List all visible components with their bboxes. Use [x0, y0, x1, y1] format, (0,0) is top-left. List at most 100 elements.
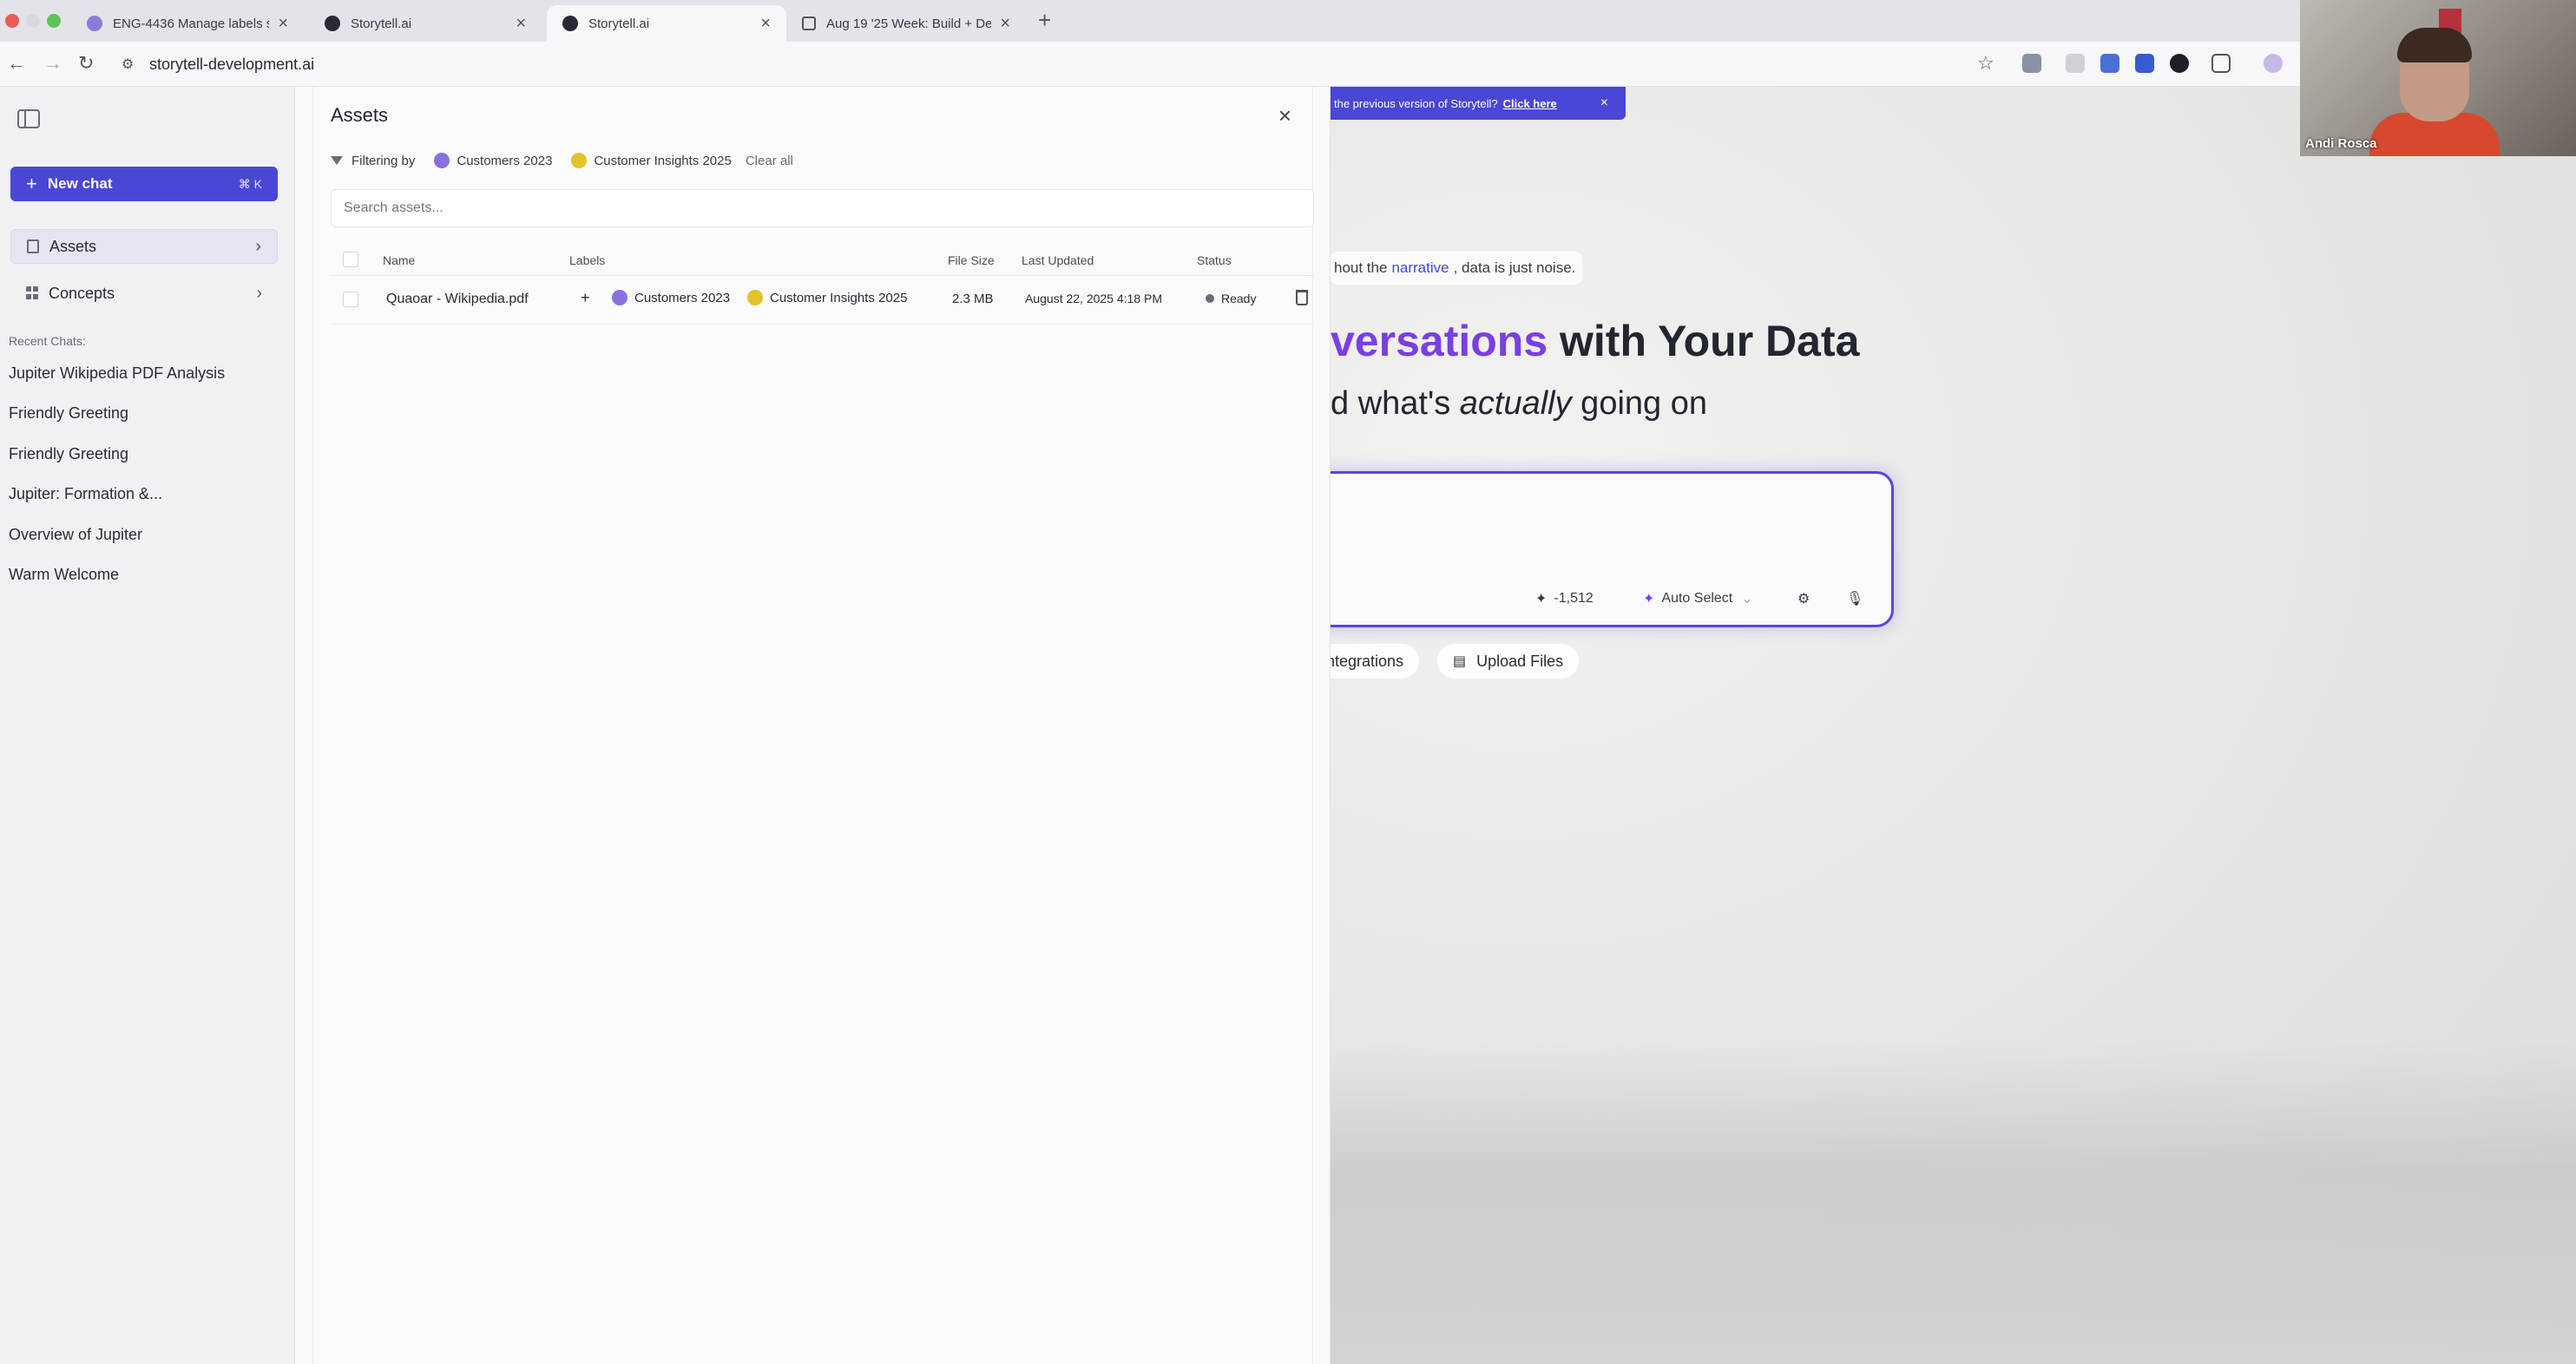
sparkle-icon: ✦	[1535, 592, 1548, 607]
extension-icon[interactable]	[2100, 54, 2119, 73]
webcam-overlay: Andi Rosca	[2300, 0, 2576, 156]
filter-bar: Filtering by Customers 2023 Customer Ins…	[331, 153, 793, 168]
label-color-icon	[612, 290, 628, 305]
asset-name[interactable]: Quaoar - Wikipedia.pdf	[386, 292, 529, 307]
filter-chip-customers-2023[interactable]: Customers 2023	[434, 153, 552, 168]
chevron-right-icon: ›	[256, 283, 262, 303]
recent-chat-item[interactable]: Friendly Greeting	[9, 445, 128, 463]
document-icon	[27, 239, 39, 253]
grid-icon	[26, 286, 38, 300]
recent-chat-item[interactable]: Jupiter Wikipedia PDF Analysis	[9, 364, 225, 383]
upload-files-button[interactable]: ▤ Upload Files	[1437, 644, 1580, 679]
browser-tab-4[interactable]: Aug 19 '25 Week: Build + De ×	[786, 5, 1026, 42]
extensions-puzzle-icon[interactable]	[2211, 54, 2231, 73]
settings-gear-icon[interactable]: ⚙	[1797, 590, 1810, 607]
storytell-favicon-icon	[562, 16, 578, 31]
maximize-window-icon[interactable]	[47, 14, 61, 28]
legacy-version-banner: the previous version of Storytell? Click…	[1331, 87, 1626, 120]
minimize-window-icon[interactable]	[26, 14, 40, 28]
file-size: 2.3 MB	[952, 292, 994, 306]
recent-chat-item[interactable]: Warm Welcome	[9, 566, 119, 584]
sidebar-item-assets[interactable]: Assets ›	[10, 229, 278, 264]
url-field[interactable]: storytell-development.ai	[149, 56, 314, 74]
site-settings-icon[interactable]: ⚙	[122, 56, 134, 73]
close-tab-icon[interactable]: ×	[278, 14, 288, 34]
close-tab-icon[interactable]: ×	[516, 14, 526, 34]
recent-chat-item[interactable]: Jupiter: Formation &...	[9, 485, 162, 503]
background-landscape	[1331, 1041, 2576, 1364]
assets-panel: Assets × Filtering by Customers 2023 Cus…	[295, 87, 1331, 1364]
document-favicon-icon	[802, 16, 816, 30]
sidebar-toggle-icon[interactable]	[17, 109, 40, 128]
column-name[interactable]: Name	[383, 253, 415, 267]
hero-heading: versations with Your Data	[1331, 317, 1860, 365]
column-labels[interactable]: Labels	[569, 253, 605, 267]
storytell-favicon-icon	[325, 16, 340, 31]
status-icon	[1206, 294, 1214, 303]
browser-tab-3[interactable]: Storytell.ai ×	[547, 5, 786, 42]
table-row[interactable]: Quaoar - Wikipedia.pdf + Customers 2023 …	[331, 276, 1314, 325]
new-tab-button[interactable]: +	[1038, 7, 1051, 34]
hero-subheading: d what's actually going on	[1331, 385, 1707, 422]
label-color-icon	[434, 153, 450, 168]
search-assets-input[interactable]	[331, 189, 1314, 227]
profile-avatar-icon[interactable]	[2264, 54, 2283, 73]
tagline: hout the narrative , data is just noise.	[1331, 252, 1582, 285]
address-bar: ← → ↻ ⚙ storytell-development.ai ☆	[0, 42, 2576, 87]
recent-chats-heading: Recent Chats:	[9, 334, 86, 348]
linear-favicon-icon	[87, 16, 102, 31]
browser-tab-1[interactable]: ENG-4436 Manage labels sc ×	[71, 5, 304, 42]
sidebar-item-concepts[interactable]: Concepts ›	[10, 276, 278, 311]
chat-input-box[interactable]: ✦ -1,512 ✦ Auto Select ⌄ ⚙ 🎙	[1302, 471, 1894, 627]
forward-icon[interactable]: →	[43, 52, 62, 75]
assets-table-header: Name Labels File Size Last Updated Statu…	[331, 245, 1314, 276]
microphone-icon[interactable]: 🎙	[1846, 590, 1863, 607]
close-banner-icon[interactable]: ×	[1600, 95, 1608, 111]
new-chat-button[interactable]: + New chat ⌘ K	[10, 167, 278, 201]
select-all-checkbox[interactable]	[343, 252, 358, 267]
upload-file-icon: ▤	[1453, 654, 1467, 669]
close-tab-icon[interactable]: ×	[760, 14, 771, 34]
clear-all-filters-button[interactable]: Clear all	[746, 154, 793, 168]
extension-icon[interactable]	[2135, 54, 2154, 73]
label-color-icon	[571, 153, 588, 168]
token-counter: ✦ -1,512	[1535, 591, 1594, 607]
row-label-customers-2023[interactable]: Customers 2023	[612, 290, 730, 305]
column-file-size[interactable]: File Size	[948, 253, 995, 267]
chevron-down-icon: ⌄	[1741, 592, 1753, 607]
shortcut-hint: ⌘ K	[238, 176, 262, 191]
browser-tab-2[interactable]: Storytell.ai ×	[309, 5, 542, 42]
back-icon[interactable]: ←	[7, 52, 26, 75]
chevron-right-icon: ›	[255, 236, 261, 256]
bookmark-star-icon[interactable]: ☆	[1977, 52, 1994, 75]
person-hair	[2397, 28, 2472, 62]
extension-icon[interactable]	[2066, 54, 2085, 73]
sparkle-icon: ✦	[1643, 592, 1655, 607]
click-here-link[interactable]: Click here	[1503, 97, 1557, 110]
close-panel-icon[interactable]: ×	[1278, 102, 1291, 129]
sidebar: + New chat ⌘ K Assets › Concepts › Recen…	[0, 87, 295, 1364]
column-last-updated[interactable]: Last Updated	[1022, 253, 1094, 267]
row-label-customer-insights-2025[interactable]: Customer Insights 2025	[747, 290, 907, 305]
row-checkbox[interactable]	[343, 292, 358, 307]
close-window-icon[interactable]	[5, 14, 19, 28]
recent-chat-item[interactable]: Overview of Jupiter	[9, 526, 142, 544]
status-badge: Ready	[1206, 292, 1256, 305]
column-status[interactable]: Status	[1197, 253, 1232, 267]
extension-icon[interactable]	[2022, 54, 2041, 73]
filter-chip-customer-insights-2025[interactable]: Customer Insights 2025	[571, 153, 732, 168]
extension-icon[interactable]	[2170, 54, 2189, 73]
participant-name: Andi Rosca	[2305, 136, 2377, 151]
add-label-button[interactable]: +	[581, 289, 590, 307]
assets-panel-body: Assets × Filtering by Customers 2023 Cus…	[312, 87, 1314, 1364]
close-tab-icon[interactable]: ×	[1000, 14, 1010, 34]
filter-funnel-icon	[331, 156, 343, 165]
plus-icon: +	[26, 173, 37, 194]
label-color-icon	[747, 290, 763, 305]
trash-icon[interactable]	[1296, 290, 1308, 305]
reload-icon[interactable]: ↻	[78, 52, 94, 75]
panel-title: Assets	[331, 104, 389, 126]
model-select-dropdown[interactable]: ✦ Auto Select ⌄	[1643, 590, 1753, 607]
recent-chat-item[interactable]: Friendly Greeting	[9, 404, 128, 423]
browser-tab-bar: ENG-4436 Manage labels sc × Storytell.ai…	[0, 0, 2576, 42]
